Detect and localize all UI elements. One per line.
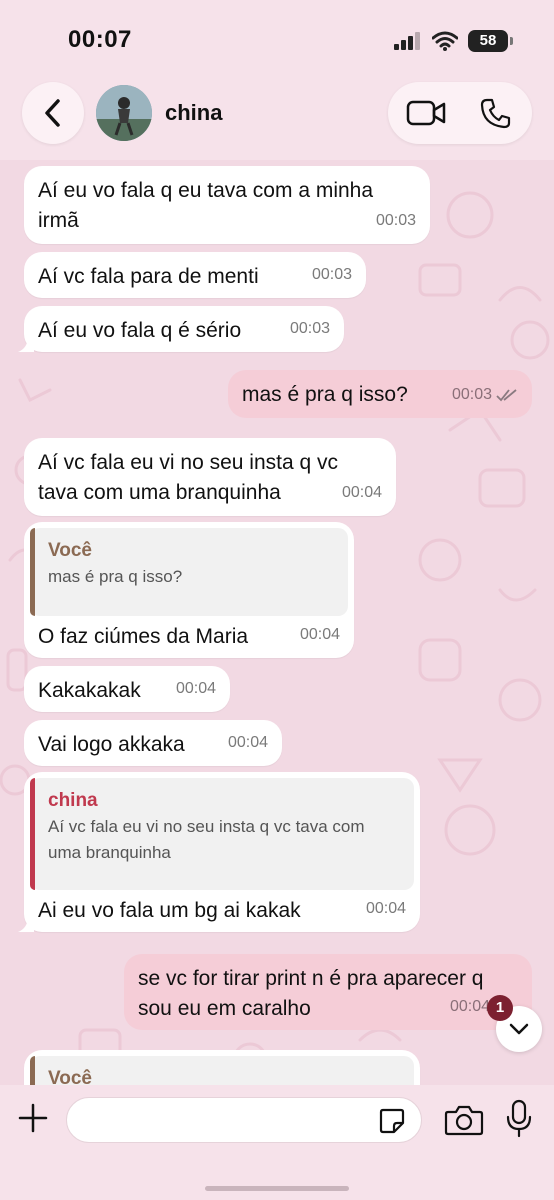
message-incoming[interactable]: Aí eu vo fala q é sério 00:03 bbox=[18, 306, 344, 352]
message-incoming-reply[interactable]: Você bbox=[24, 1050, 420, 1090]
quoted-message[interactable]: Você mas é pra q isso? bbox=[30, 528, 348, 616]
message-time-text: 00:04 bbox=[341, 484, 382, 501]
plus-icon bbox=[18, 1103, 48, 1133]
message-incoming[interactable]: Vai logo akkaka 00:04 bbox=[24, 720, 282, 766]
message-time: 00:04 bbox=[300, 620, 340, 650]
message-text: Aí eu vo fala q eu tava com a minha irmã bbox=[38, 179, 374, 232]
message-incoming[interactable]: Aí eu vo fala q eu tava com a minha irmã… bbox=[24, 166, 430, 244]
message-outgoing[interactable]: se vc for tirar print n é pra aparecer q… bbox=[124, 954, 532, 1030]
message-text: Aí vc fala para de menti bbox=[38, 265, 259, 288]
avatar[interactable] bbox=[96, 85, 152, 141]
call-actions bbox=[388, 82, 532, 144]
contact-name[interactable]: china bbox=[165, 100, 222, 126]
voice-call-button[interactable] bbox=[478, 94, 514, 132]
message-time-text: 00:04 bbox=[299, 626, 340, 643]
message-incoming[interactable]: Kakakakak 00:04 bbox=[24, 666, 230, 712]
composer-bar bbox=[0, 1085, 554, 1200]
status-bar: 00:07 58 bbox=[0, 0, 554, 80]
message-text: Aí eu vo fala q é sério bbox=[38, 319, 242, 342]
phone-icon bbox=[480, 98, 511, 129]
message-text: O faz ciúmes da Maria bbox=[38, 625, 249, 648]
message-text: Vai logo akkaka bbox=[38, 733, 185, 756]
message-text: Kakakakak bbox=[38, 679, 141, 702]
home-indicator bbox=[205, 1186, 349, 1191]
battery-icon: 58 bbox=[468, 30, 513, 52]
message-text: Ai eu vo fala um bg ai kakak bbox=[38, 899, 301, 922]
message-time: 00:03 bbox=[290, 314, 330, 344]
message-time-text: 00:04 bbox=[449, 998, 490, 1015]
quoted-message[interactable]: china Aí vc fala eu vi no seu insta q vc… bbox=[30, 778, 414, 890]
quote-text: mas é pra q isso? bbox=[48, 567, 183, 586]
message-time-text: 00:03 bbox=[451, 386, 492, 403]
video-camera-icon bbox=[406, 100, 446, 126]
microphone-icon[interactable] bbox=[504, 1099, 534, 1139]
chevron-down-icon bbox=[509, 1023, 529, 1035]
message-incoming-reply[interactable]: Você mas é pra q isso? O faz ciúmes da M… bbox=[24, 522, 354, 658]
message-text: Aí vc fala eu vi no seu insta q vc tava … bbox=[38, 451, 338, 504]
status-time: 00:07 bbox=[68, 26, 132, 53]
message-text: mas é pra q isso? bbox=[242, 383, 408, 406]
message-time-text: 00:03 bbox=[375, 212, 416, 229]
attach-button[interactable] bbox=[14, 1099, 52, 1137]
message-time: 00:04 bbox=[228, 728, 268, 758]
message-time-text: 00:03 bbox=[289, 320, 330, 337]
bubble-tail bbox=[18, 336, 34, 352]
message-time-text: 00:03 bbox=[311, 266, 352, 283]
message-time: 00:03 bbox=[452, 380, 518, 410]
unread-badge: 1 bbox=[487, 995, 513, 1021]
message-input[interactable] bbox=[66, 1097, 422, 1143]
quote-author: Você bbox=[48, 540, 93, 561]
message-text: se vc for tirar print n é pra aparecer q… bbox=[138, 967, 484, 1020]
message-time-text: 00:04 bbox=[365, 900, 406, 917]
message-time: 00:04 bbox=[176, 674, 216, 704]
camera-icon[interactable] bbox=[444, 1103, 484, 1137]
chat-header: china bbox=[0, 80, 554, 160]
message-incoming[interactable]: Aí vc fala eu vi no seu insta q vc tava … bbox=[24, 438, 396, 516]
video-call-button[interactable] bbox=[406, 96, 446, 130]
message-outgoing[interactable]: mas é pra q isso? 00:03 bbox=[228, 370, 532, 418]
message-incoming[interactable]: Aí vc fala para de menti 00:03 bbox=[24, 252, 366, 298]
status-icons: 58 bbox=[394, 30, 513, 52]
sticker-icon[interactable] bbox=[378, 1107, 406, 1135]
quote-author: china bbox=[48, 790, 98, 811]
message-time-text: 00:04 bbox=[175, 680, 216, 697]
quote-text: Aí vc fala eu vi no seu insta q vc tava … bbox=[48, 817, 365, 862]
message-time-text: 00:04 bbox=[227, 734, 268, 751]
message-time: 00:04 bbox=[450, 992, 490, 1022]
message-time: 00:03 bbox=[376, 206, 416, 236]
bubble-tail bbox=[18, 916, 34, 932]
signal-icon bbox=[394, 32, 420, 50]
avatar-image bbox=[96, 85, 152, 141]
back-button[interactable] bbox=[22, 82, 84, 144]
message-incoming-reply[interactable]: china Aí vc fala eu vi no seu insta q vc… bbox=[18, 772, 420, 932]
wifi-icon bbox=[432, 31, 458, 51]
message-time: 00:03 bbox=[312, 260, 352, 290]
read-receipt-icon bbox=[496, 389, 517, 402]
chevron-left-icon bbox=[45, 99, 60, 127]
message-time: 00:04 bbox=[366, 894, 406, 924]
message-time: 00:04 bbox=[342, 478, 382, 508]
